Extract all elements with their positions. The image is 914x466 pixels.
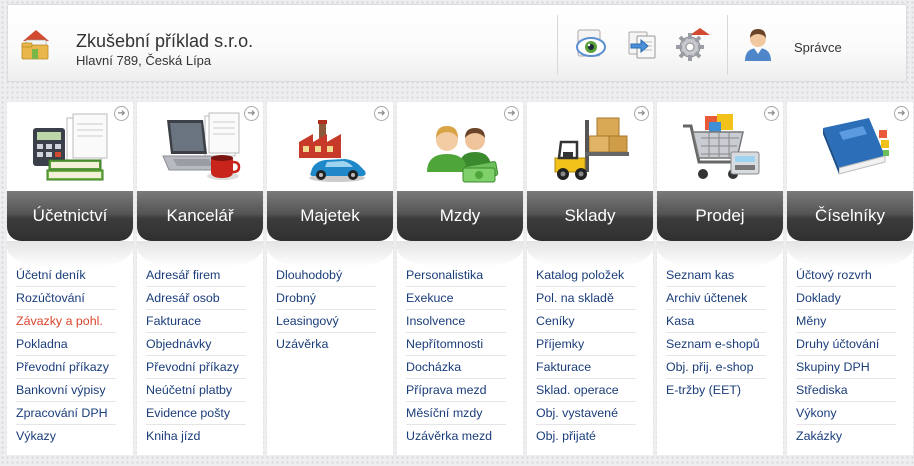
module-link[interactable]: Insolvence [406,310,506,333]
module-links: Katalog položek Pol. na skladě Ceníky Př… [536,264,636,448]
office-icon [162,112,241,180]
eye-icon[interactable] [574,27,608,61]
module-title[interactable]: Prodej [657,191,783,241]
property-icon [299,120,366,182]
module-links: Účtový rozvrh Doklady Měny Druhy účtován… [796,264,896,448]
module-link-active[interactable]: Závazky a pohl. [16,310,116,333]
settings-icon[interactable] [676,27,710,61]
module-link[interactable]: Neúčetní platby [146,379,246,402]
module-link[interactable]: Zakázky [796,425,896,448]
arrow-right-icon[interactable]: ➜ [634,106,649,121]
module-link[interactable]: Účetní deník [16,264,116,287]
user-icon[interactable] [742,27,774,61]
arrow-right-icon[interactable]: ➜ [504,106,519,121]
header-divider [727,15,728,75]
module-title[interactable]: Mzdy [397,191,523,241]
module-link[interactable]: Měny [796,310,896,333]
module-link[interactable]: Objednávky [146,333,246,356]
module-link[interactable]: Katalog položek [536,264,636,287]
accounting-icon [33,113,108,181]
module-link[interactable]: Příjemky [536,333,636,356]
arrow-right-icon[interactable]: ➜ [894,106,909,121]
module-links: Personalistika Exekuce Insolvence Nepřít… [406,264,506,448]
module-link[interactable]: Adresář firem [146,264,246,287]
module-title[interactable]: Sklady [527,191,653,241]
codebook-icon [823,118,889,175]
module-link[interactable]: Bankovní výpisy [16,379,116,402]
module-link[interactable]: Personalistika [406,264,506,287]
company-name: Zkušební příklad s.r.o. [76,31,254,51]
arrow-right-icon[interactable]: ➜ [374,106,389,121]
module-kancelar: ➜ Kancelář Adresář firem Adresář osob Fa… [137,102,263,455]
module-link[interactable]: Uzávěrka mezd [406,425,506,448]
module-link[interactable]: Leasingový [276,310,376,333]
module-link[interactable]: Obj. přij. e-shop [666,356,766,379]
module-link[interactable]: Obj. vystavené [536,402,636,425]
module-mzdy: ➜ Mzdy Personalistika Exekuce Insolvence… [397,102,523,455]
module-link[interactable]: Rozúčtování [16,287,116,310]
header-divider [557,15,558,75]
module-link[interactable]: Docházka [406,356,506,379]
module-title[interactable]: Majetek [267,191,393,241]
module-link[interactable]: Drobný [276,287,376,310]
module-link[interactable]: Účtový rozvrh [796,264,896,287]
company-info: Zkušební příklad s.r.o. Hlavní 789, Česk… [76,31,253,69]
module-links: Účetní deník Rozúčtování Závazky a pohl.… [16,264,116,448]
module-link[interactable]: Měsíční mzdy [406,402,506,425]
module-link[interactable]: Střediska [796,379,896,402]
module-link[interactable]: Evidence pošty [146,402,246,425]
module-link[interactable]: Archiv účtenek [666,287,766,310]
module-link[interactable]: Kniha jízd [146,425,246,448]
module-link[interactable]: Druhy účtování [796,333,896,356]
warehouse-icon [554,117,629,180]
app-header: Zkušební příklad s.r.o. Hlavní 789, Česk… [7,4,907,82]
module-link[interactable]: Zpracování DPH [16,402,116,425]
module-link[interactable]: Fakturace [536,356,636,379]
module-link[interactable]: E-tržby (EET) [666,379,766,402]
arrow-right-icon[interactable]: ➜ [764,106,779,121]
module-title[interactable]: Kancelář [137,191,263,241]
module-link[interactable]: Seznam e-shopů [666,333,766,356]
module-link[interactable]: Dlouhodobý [276,264,376,287]
module-links: Seznam kas Archiv účtenek Kasa Seznam e-… [666,264,766,402]
module-link[interactable]: Kasa [666,310,766,333]
module-link[interactable]: Obj. přijaté [536,425,636,448]
company-address: Hlavní 789, Česká Lípa [76,53,212,68]
module-prodej: ➜ Prodej Seznam kas Archiv účtenek Kasa … [657,102,783,455]
module-link[interactable]: Skupiny DPH [796,356,896,379]
module-ciselniky: ➜ Číselníky Účtový rozvrh Doklady Měny D… [787,102,913,455]
module-link[interactable]: Fakturace [146,310,246,333]
module-link[interactable]: Sklad. operace [536,379,636,402]
module-title[interactable]: Účetnictví [7,191,133,241]
home-folder-icon[interactable] [20,27,52,61]
module-link[interactable]: Převodní příkazy [16,356,116,379]
arrow-right-icon[interactable]: ➜ [114,106,129,121]
module-link[interactable]: Seznam kas [666,264,766,287]
module-title[interactable]: Číselníky [787,191,913,241]
module-link[interactable]: Pol. na skladě [536,287,636,310]
module-links: Adresář firem Adresář osob Fakturace Obj… [146,264,246,448]
module-majetek: ➜ Majetek Dlouhodobý Drobný Leasingový U… [267,102,393,455]
payroll-icon [427,126,499,183]
module-link[interactable]: Převodní příkazy [146,356,246,379]
module-link[interactable]: Exekuce [406,287,506,310]
module-link[interactable]: Výkazy [16,425,116,448]
module-link[interactable]: Doklady [796,287,896,310]
user-name[interactable]: Správce [794,40,842,55]
module-link[interactable]: Uzávěrka [276,333,376,356]
module-link[interactable]: Výkony [796,402,896,425]
module-link[interactable]: Ceníky [536,310,636,333]
module-link[interactable]: Adresář osob [146,287,246,310]
module-link[interactable]: Pokladna [16,333,116,356]
module-sklady: ➜ Sklady Katalog položek Pol. na skladě … [527,102,653,455]
transfer-icon[interactable] [625,27,659,61]
sales-icon [683,114,760,179]
module-ucetnictvi: ➜ Účetnictví Účetní deník Rozúčtování Zá… [7,102,133,455]
arrow-right-icon[interactable]: ➜ [244,106,259,121]
module-link[interactable]: Nepřítomnosti [406,333,506,356]
module-link[interactable]: Příprava mezd [406,379,506,402]
module-links: Dlouhodobý Drobný Leasingový Uzávěrka [276,264,376,356]
